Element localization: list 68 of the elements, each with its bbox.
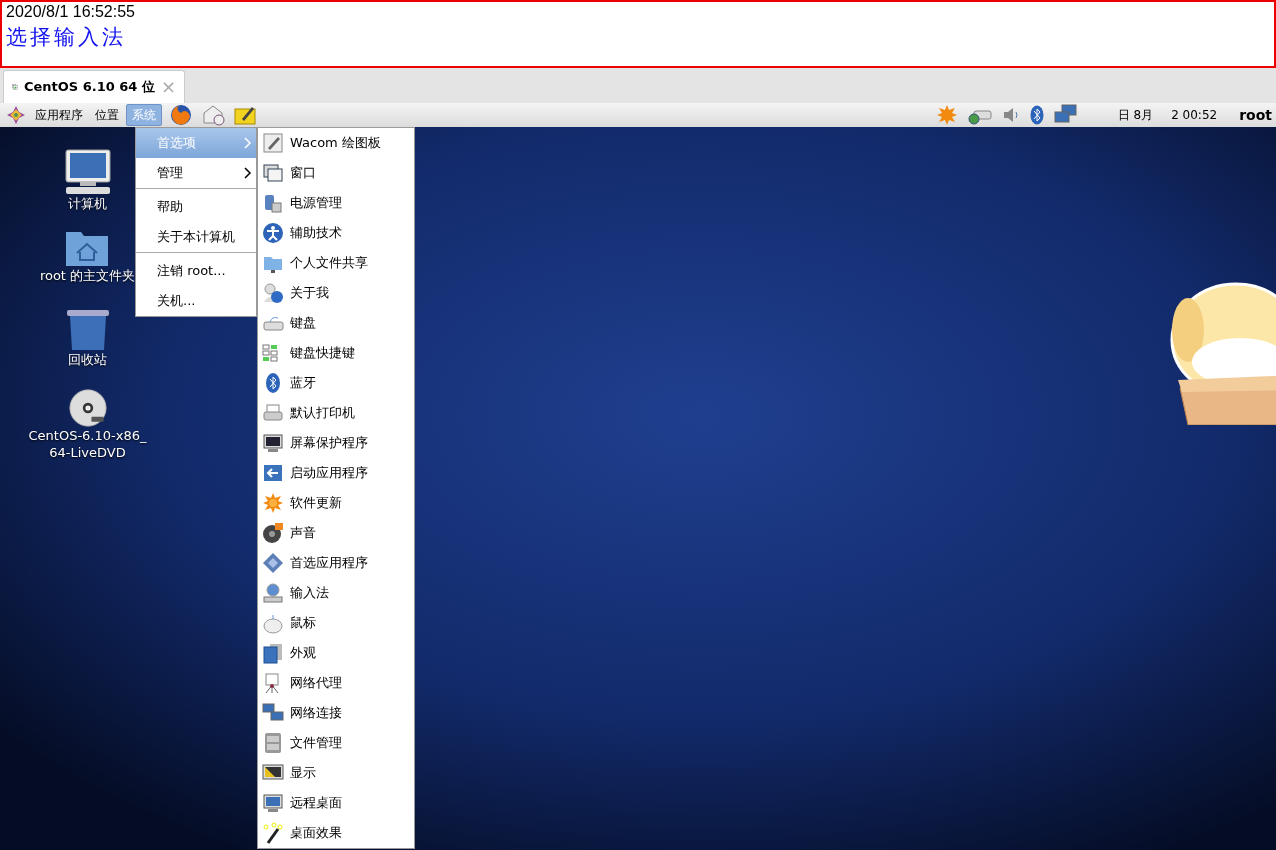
menu-item[interactable]: 蓝牙: [258, 368, 414, 398]
menu-item[interactable]: 启动应用程序: [258, 458, 414, 488]
menu-item[interactable]: 管理: [136, 158, 256, 188]
network-computers-icon[interactable]: [1053, 104, 1078, 126]
monitor-icon: [262, 792, 284, 814]
tab-label: CentOS 6.10 64 位: [23, 78, 155, 97]
desktop-icon-label[interactable]: 回收站: [68, 351, 107, 368]
pen-icon: [262, 132, 284, 154]
menu-item[interactable]: 远程桌面: [258, 788, 414, 818]
battery-plug-icon: [262, 192, 284, 214]
menu-item[interactable]: 注销 root...: [136, 256, 256, 286]
menu-item[interactable]: 显示: [258, 758, 414, 788]
panel-date[interactable]: 日 8月: [1117, 106, 1154, 124]
volume-icon[interactable]: [1001, 106, 1020, 124]
menu-item[interactable]: 电源管理: [258, 188, 414, 218]
menu-item[interactable]: 软件更新: [258, 488, 414, 518]
menu-item[interactable]: 关于本计算机: [136, 222, 256, 252]
menu-item[interactable]: 网络连接: [258, 698, 414, 728]
timestamp: 2020/8/1 16:52:55: [6, 2, 135, 22]
wand-icon: [262, 822, 284, 844]
cabinet-icon: [262, 732, 284, 754]
menu-item[interactable]: 屏幕保护程序: [258, 428, 414, 458]
menu-item[interactable]: 关于我: [258, 278, 414, 308]
user-info-icon: [262, 282, 284, 304]
caption-title: 选择输入法: [6, 24, 126, 51]
sun-icon: [262, 492, 284, 514]
bluetooth-icon[interactable]: [1029, 105, 1044, 125]
panel-menu[interactable]: 位置: [90, 104, 124, 126]
menu-item[interactable]: 关机...: [136, 286, 256, 316]
menu-item[interactable]: 键盘快捷键: [258, 338, 414, 368]
arrow-left-icon: [262, 462, 284, 484]
mouse-icon: [262, 612, 284, 634]
menu-item[interactable]: 键盘: [258, 308, 414, 338]
computer-icon: [63, 149, 112, 195]
vm-tab[interactable]: CentOS 6.10 64 位 ×: [3, 70, 185, 103]
computers-icon: [262, 702, 284, 724]
menu-item[interactable]: 帮助: [136, 192, 256, 222]
menu-item[interactable]: 外观: [258, 638, 414, 668]
menu-item[interactable]: 默认打印机: [258, 398, 414, 428]
menu-item[interactable]: 个人文件共享: [258, 248, 414, 278]
desktop-icon-label[interactable]: CentOS-6.10-x86_ 64-LiveDVD: [28, 427, 147, 461]
menu-item[interactable]: 辅助技术: [258, 218, 414, 248]
panel-user[interactable]: root: [1239, 104, 1272, 126]
menu-item[interactable]: 首选应用程序: [258, 548, 414, 578]
panel-clock[interactable]: 2 00:52: [1171, 106, 1218, 124]
menu-item[interactable]: 文件管理: [258, 728, 414, 758]
flower-logo-icon: [6, 105, 26, 125]
panel-menu[interactable]: 应用程序: [30, 104, 88, 126]
printer-icon: [262, 402, 284, 424]
menu-item[interactable]: 输入法: [258, 578, 414, 608]
menu-item[interactable]: 鼠标: [258, 608, 414, 638]
menu-item[interactable]: 桌面效果: [258, 818, 414, 848]
speaker-icon: [262, 522, 284, 544]
notepad-icon[interactable]: [234, 105, 256, 125]
menu-item[interactable]: 网络代理: [258, 668, 414, 698]
desktop-icon-label[interactable]: 计算机: [68, 195, 107, 212]
accessibility-icon: [262, 222, 284, 244]
monitor-icon: [262, 432, 284, 454]
home-folder-icon: [65, 229, 110, 267]
menu-item[interactable]: Wacom 绘图板: [258, 128, 414, 158]
globe-keyboard-icon: [262, 582, 284, 604]
desktop-icon-label[interactable]: root 的主文件夹: [39, 267, 136, 284]
diamond-icon: [262, 552, 284, 574]
window-icon: [262, 162, 284, 184]
trash-icon: [65, 309, 110, 351]
menu-item[interactable]: 声音: [258, 518, 414, 548]
menu-item[interactable]: 窗口: [258, 158, 414, 188]
panels-icon: [262, 642, 284, 664]
